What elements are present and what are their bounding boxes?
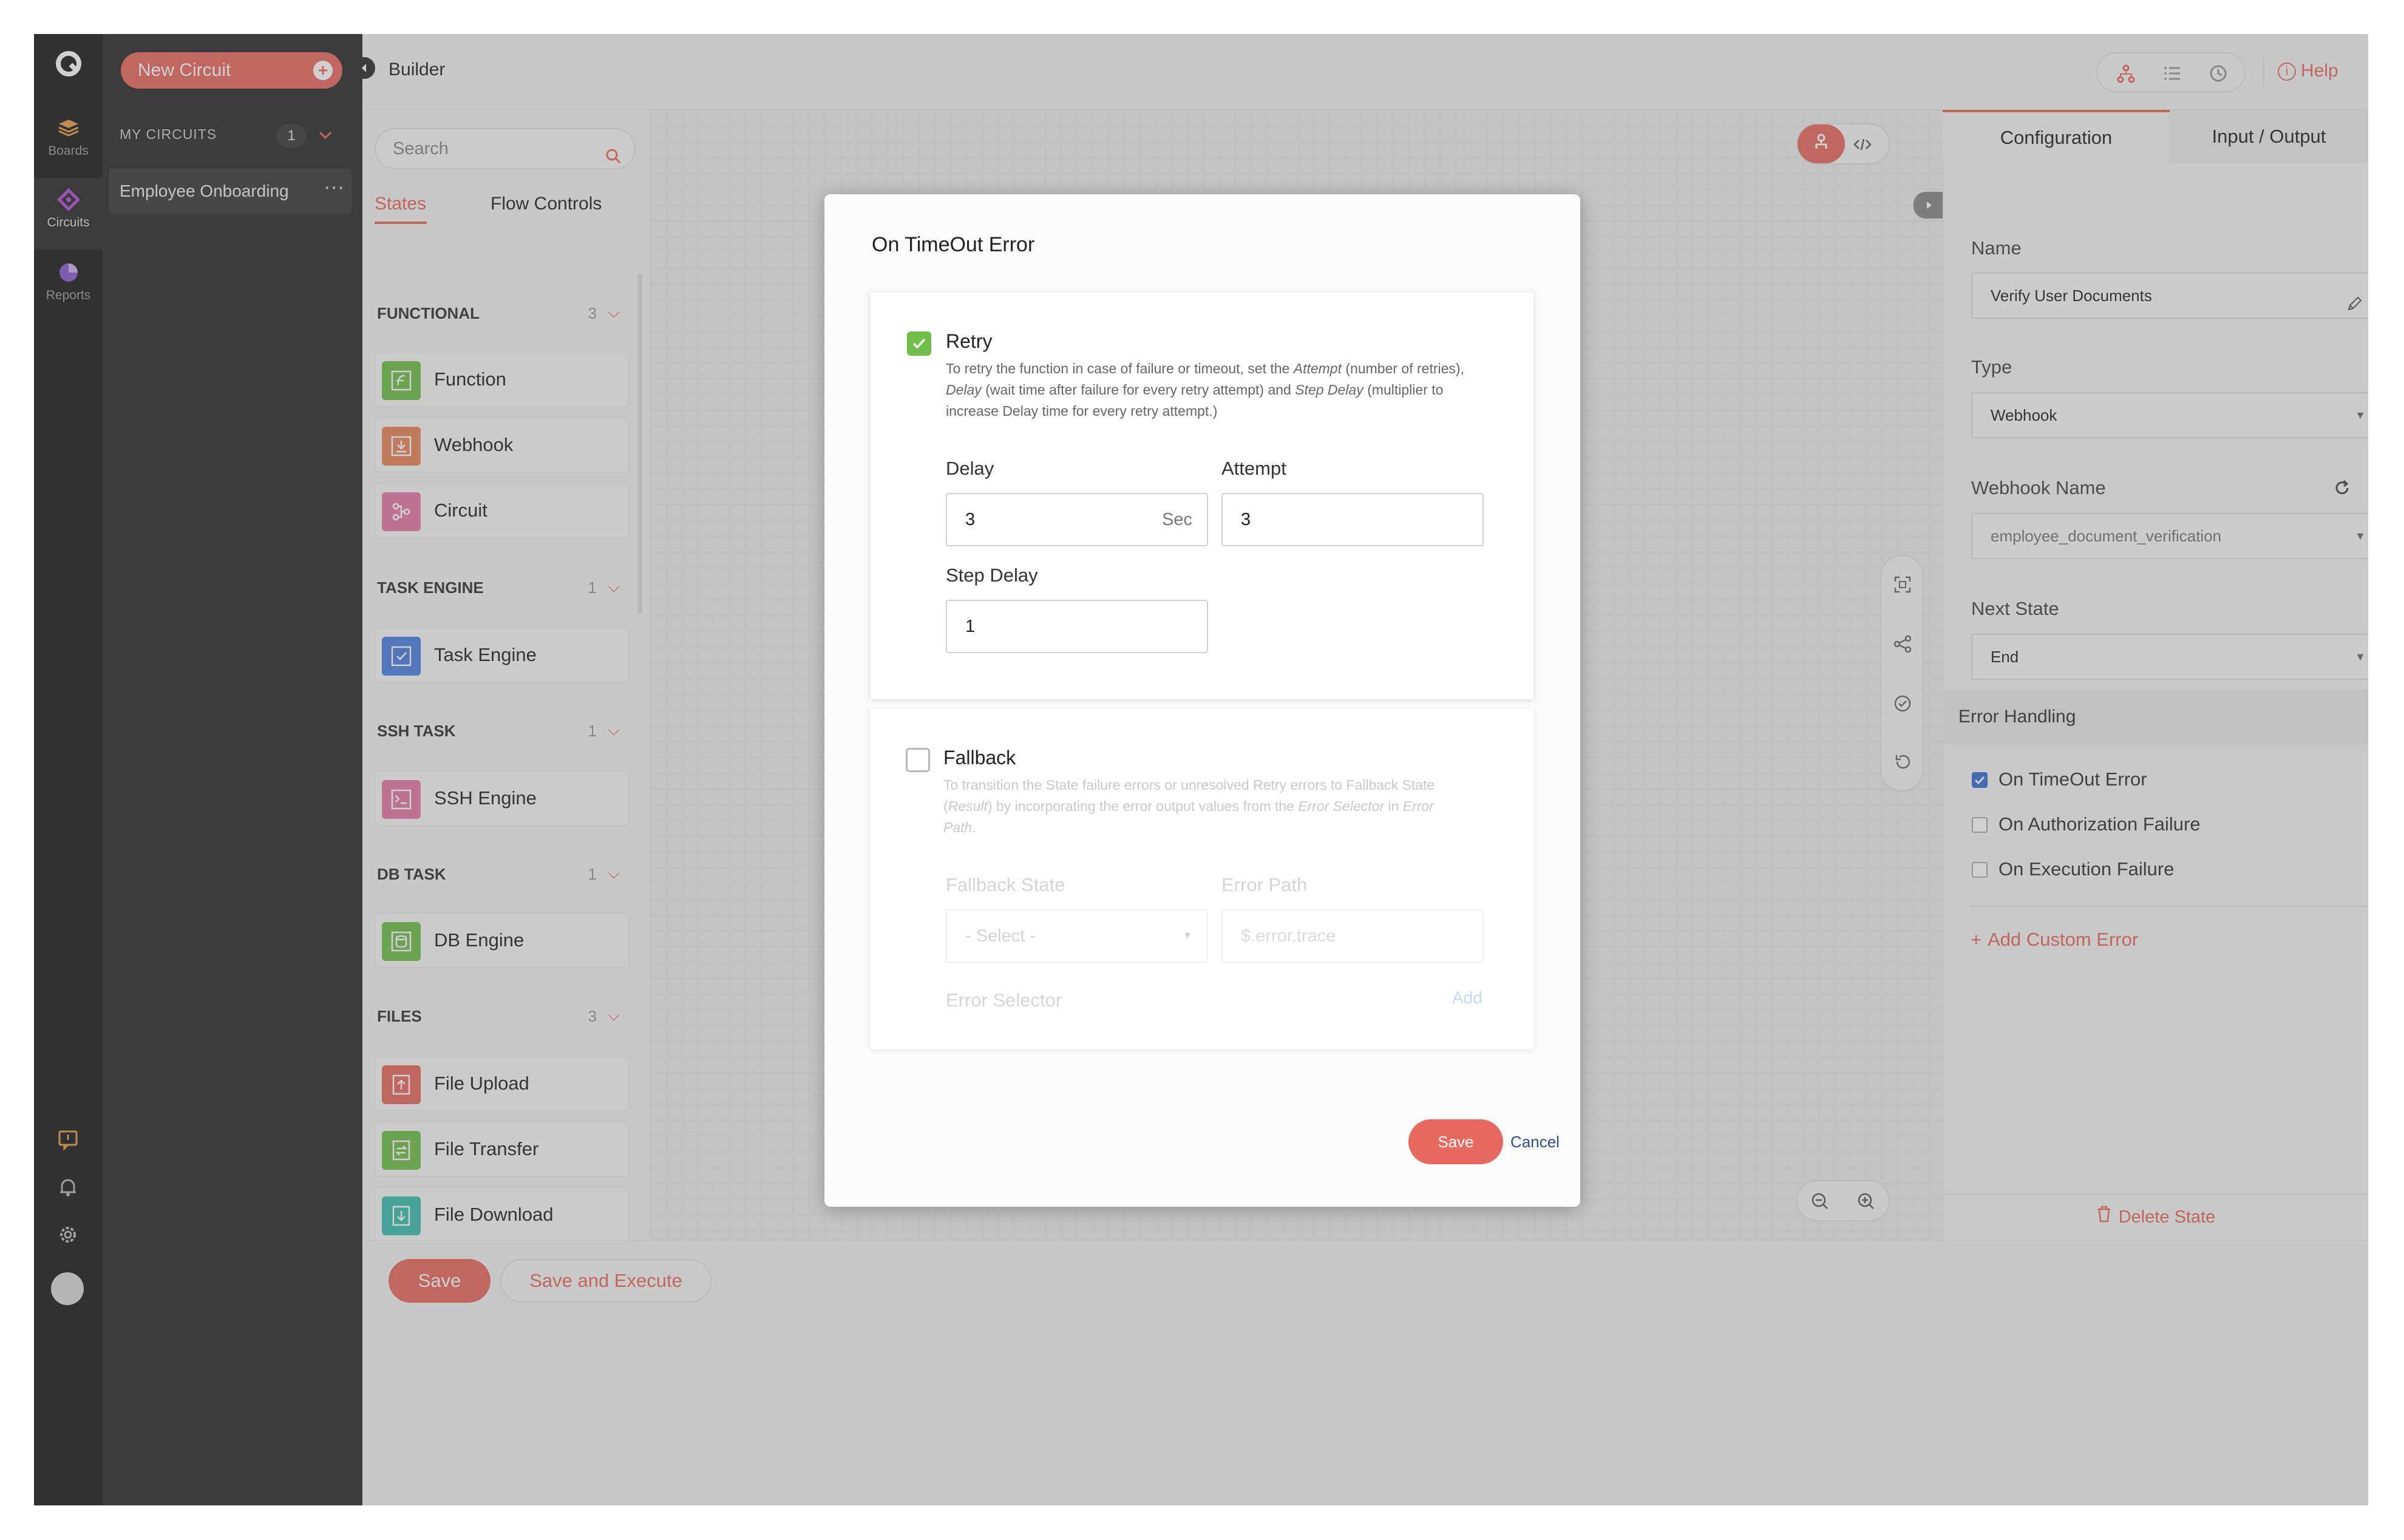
retry-checkbox[interactable] bbox=[907, 331, 931, 356]
attempt-value: 3 bbox=[1241, 510, 1251, 529]
error-selector-label: Error Selector bbox=[946, 989, 1062, 1011]
delay-input[interactable]: 3 Sec bbox=[946, 493, 1208, 546]
error-path-label: Error Path bbox=[1221, 874, 1308, 895]
delay-value: 3 bbox=[965, 510, 976, 529]
fallback-checkbox[interactable] bbox=[906, 748, 930, 772]
step-delay-value: 1 bbox=[965, 617, 976, 636]
desc-emphasis: Result bbox=[948, 798, 988, 814]
retry-card: Retry To retry the function in case of f… bbox=[871, 293, 1533, 699]
retry-description: To retry the function in case of failure… bbox=[946, 358, 1468, 422]
delay-label: Delay bbox=[946, 458, 994, 479]
dialog-title: On TimeOut Error bbox=[872, 233, 1035, 256]
step-delay-label: Step Delay bbox=[946, 565, 1038, 586]
dialog-cancel-button[interactable]: Cancel bbox=[1510, 1133, 1560, 1152]
desc-text: (number of retries), bbox=[1342, 361, 1464, 376]
error-path-input[interactable]: $.error.trace bbox=[1221, 909, 1484, 963]
dialog-save-button[interactable]: Save bbox=[1408, 1119, 1503, 1164]
add-error-selector-link[interactable]: Add bbox=[1452, 988, 1482, 1008]
delay-unit: Sec bbox=[1162, 510, 1192, 529]
fallback-state-select[interactable]: - Select - ▼ bbox=[946, 909, 1208, 963]
desc-text: To retry the function in case of failure… bbox=[946, 361, 1294, 376]
fallback-description: To transition the State failure errors o… bbox=[943, 775, 1465, 838]
fallback-title: Fallback bbox=[943, 747, 1016, 768]
attempt-input[interactable]: 3 bbox=[1221, 493, 1484, 546]
desc-text: in bbox=[1384, 798, 1403, 814]
desc-text: . bbox=[972, 819, 976, 835]
desc-emphasis: Attempt bbox=[1293, 361, 1342, 376]
desc-text: (wait time after failure for every retry… bbox=[981, 382, 1295, 398]
retry-title: Retry bbox=[946, 330, 993, 352]
fallback-card: Fallback To transition the State failure… bbox=[871, 709, 1533, 1049]
on-timeout-error-dialog: On TimeOut Error Retry To retry the func… bbox=[824, 194, 1580, 1207]
caret-down-icon: ▼ bbox=[1183, 931, 1192, 941]
desc-emphasis: Delay bbox=[946, 382, 982, 398]
fallback-state-label: Fallback State bbox=[946, 874, 1065, 895]
app-window: Boards Circuits Reports New Circuit + MY… bbox=[34, 34, 2368, 1505]
fallback-state-placeholder: - Select - bbox=[965, 926, 1036, 946]
error-path-placeholder: $.error.trace bbox=[1241, 926, 1336, 946]
desc-text: ) by incorporating the error output valu… bbox=[987, 798, 1299, 814]
desc-emphasis: Error Selector bbox=[1298, 798, 1385, 814]
step-delay-input[interactable]: 1 bbox=[946, 600, 1208, 653]
desc-emphasis: Step Delay bbox=[1295, 382, 1363, 398]
attempt-label: Attempt bbox=[1221, 458, 1286, 479]
